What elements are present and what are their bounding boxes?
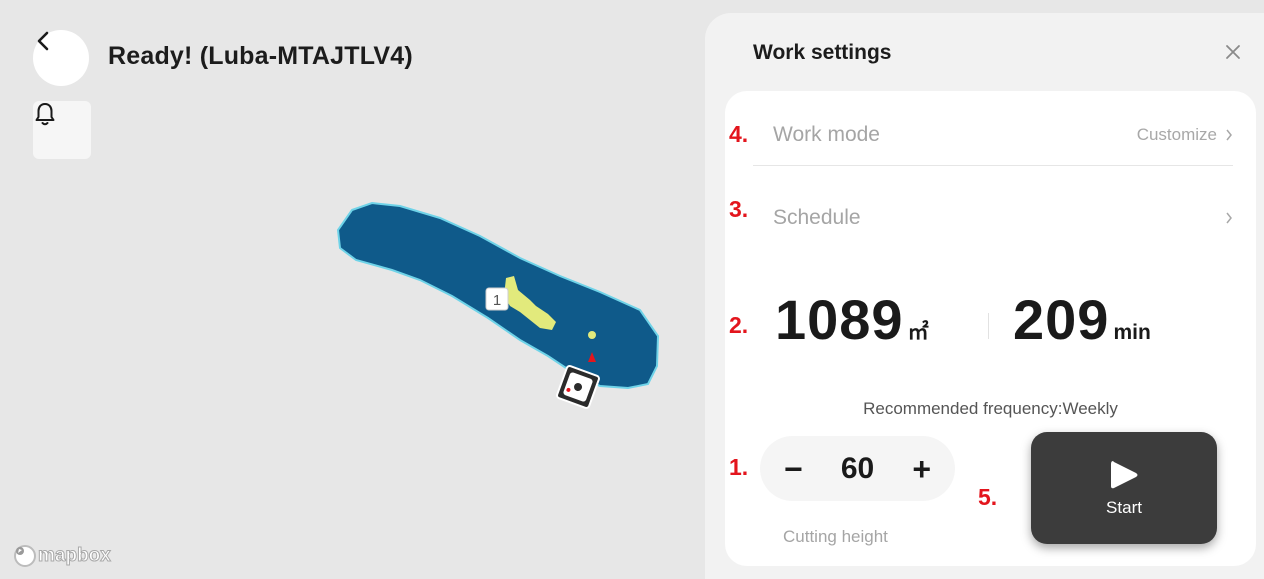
start-label: Start bbox=[1106, 498, 1142, 517]
back-button[interactable] bbox=[33, 30, 89, 86]
work-settings-panel: Work settings 4. Work mode Customize 3. … bbox=[705, 13, 1264, 579]
annotation-marker-1: 1. bbox=[729, 454, 749, 480]
schedule-row[interactable]: Schedule bbox=[773, 188, 1233, 248]
bell-icon bbox=[35, 103, 55, 126]
work-mode-value: Customize bbox=[1136, 125, 1217, 144]
annotation-marker-5: 5. bbox=[978, 484, 998, 510]
stat-separator bbox=[988, 313, 989, 339]
work-mode-label: Work mode bbox=[773, 123, 880, 146]
work-estimate: 1089 ㎡ 209 min bbox=[725, 287, 1256, 367]
zone-label: 1 bbox=[493, 292, 501, 309]
notifications-button[interactable] bbox=[33, 101, 91, 159]
mapbox-circle-icon bbox=[14, 545, 36, 567]
cutting-height-label: Cutting height bbox=[783, 527, 888, 546]
cutting-height-value: 60 bbox=[840, 451, 875, 485]
duration-value: 209 bbox=[1013, 288, 1110, 351]
area-stat: 1089 ㎡ bbox=[775, 287, 929, 352]
close-button[interactable] bbox=[1218, 37, 1248, 67]
chevron-right-icon bbox=[1226, 212, 1232, 224]
panel-title: Work settings bbox=[753, 41, 892, 64]
chevron-left-icon bbox=[37, 31, 49, 51]
area-unit: ㎡ bbox=[907, 321, 929, 344]
area-value: 1089 bbox=[775, 288, 904, 351]
schedule-label: Schedule bbox=[773, 206, 861, 229]
cutting-height-stepper: − 60 + bbox=[760, 436, 955, 501]
close-icon bbox=[1226, 45, 1240, 59]
lawn-map: 1 bbox=[336, 201, 660, 409]
app-screen: 1 Ready! (Luba-MTAJTLV4) mapbox Work set… bbox=[0, 0, 1264, 579]
row-divider bbox=[753, 165, 1233, 166]
mapbox-attribution: mapbox bbox=[38, 545, 112, 567]
work-mode-row[interactable]: Work mode Customize bbox=[773, 105, 1233, 165]
mapbox-logo[interactable]: mapbox bbox=[14, 545, 111, 567]
play-icon bbox=[1111, 461, 1138, 489]
settings-card: 4. Work mode Customize 3. Schedule 2. 10… bbox=[725, 91, 1256, 566]
start-button[interactable]: Start bbox=[1031, 432, 1217, 544]
device-status-title: Ready! (Luba-MTAJTLV4) bbox=[108, 42, 413, 70]
decrease-height-button[interactable]: − bbox=[784, 453, 803, 485]
chevron-right-icon bbox=[1226, 129, 1232, 141]
recommended-frequency: Recommended frequency:Weekly bbox=[863, 399, 1118, 418]
obstacle-dot bbox=[588, 331, 596, 339]
duration-unit: min bbox=[1113, 321, 1151, 344]
increase-height-button[interactable]: + bbox=[912, 453, 931, 485]
annotation-marker-4: 4. bbox=[729, 121, 749, 147]
annotation-marker-3: 3. bbox=[729, 196, 749, 222]
duration-stat: 209 min bbox=[1013, 287, 1151, 352]
